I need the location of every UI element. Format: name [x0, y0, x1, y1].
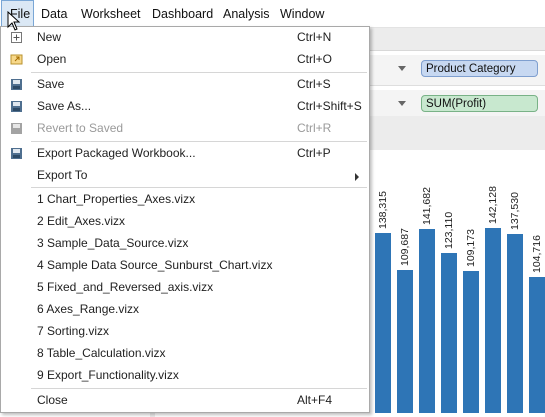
menu-item-shortcut: Alt+F4: [297, 393, 333, 407]
recent-file-item[interactable]: 4 Sample Data Source_Sunburst_Chart.vizx: [1, 255, 369, 277]
bar-data-label: 109,687: [399, 228, 411, 266]
menu-item-label: Export Packaged Workbook...: [37, 146, 196, 160]
recent-file-item[interactable]: 6 Axes_Range.vizx: [1, 299, 369, 321]
menu-bar: File Data Worksheet Dashboard Analysis W…: [0, 0, 545, 28]
menu-item-revert-to-saved: Revert to Saved Ctrl+R: [1, 118, 369, 140]
chart-bar[interactable]: [485, 228, 501, 413]
recent-file-label: 1 Chart_Properties_Axes.vizx: [37, 192, 196, 206]
menu-worksheet[interactable]: Worksheet: [81, 0, 141, 27]
chart-bar[interactable]: [507, 234, 523, 413]
bar-data-label: 138,315: [377, 191, 389, 229]
menu-item-save-as[interactable]: Save As... Ctrl+Shift+S: [1, 96, 369, 118]
recent-file-label: 3 Sample_Data_Source.vizx: [37, 236, 189, 250]
menu-item-shortcut: Ctrl+S: [297, 77, 331, 91]
recent-file-label: 6 Axes_Range.vizx: [37, 302, 140, 316]
recent-file-label: 7 Sorting.vizx: [37, 324, 110, 338]
menu-item-shortcut: Ctrl+P: [297, 146, 331, 160]
menu-separator: [31, 187, 367, 188]
menu-data[interactable]: Data: [41, 0, 67, 27]
sum-profit-pill[interactable]: SUM(Profit): [421, 95, 538, 112]
menu-item-label: Revert to Saved: [37, 121, 124, 135]
menu-item-label: New: [37, 30, 62, 44]
rows-shelf-dropdown-icon[interactable]: [398, 101, 406, 106]
recent-file-label: 4 Sample Data Source_Sunburst_Chart.vizx: [37, 258, 273, 272]
menu-window[interactable]: Window: [280, 0, 324, 27]
menu-item-shortcut: Ctrl+Shift+S: [297, 99, 362, 113]
bar-data-label: 109,173: [465, 229, 477, 267]
menu-item-shortcut: Ctrl+N: [297, 30, 332, 44]
recent-file-item[interactable]: 2 Edit_Axes.vizx: [1, 211, 369, 233]
menu-item-label: Save: [37, 77, 65, 91]
recent-file-label: 8 Table_Calculation.vizx: [37, 346, 166, 360]
bar-data-label: 137,530: [509, 192, 521, 230]
submenu-arrow-icon: [355, 173, 359, 181]
recent-file-item[interactable]: 1 Chart_Properties_Axes.vizx: [1, 189, 369, 211]
bar-data-label: 123,110: [443, 211, 455, 249]
menu-item-label: Open: [37, 52, 67, 66]
recent-file-item[interactable]: 3 Sample_Data_Source.vizx: [1, 233, 369, 255]
revert-disk-icon: [10, 122, 23, 135]
bar-data-label: 141,682: [421, 187, 433, 225]
chart-bar[interactable]: [397, 270, 413, 413]
menu-item-label: Export To: [37, 168, 88, 182]
menu-item-export-to[interactable]: Export To: [1, 165, 369, 187]
chart-bar[interactable]: [441, 253, 457, 413]
package-disk-icon: [10, 147, 23, 160]
menu-item-label: Close: [37, 393, 68, 407]
file-menu-dropdown: New Ctrl+N Open Ctrl+O Save Ctrl+S Save …: [0, 26, 370, 413]
menu-dashboard[interactable]: Dashboard: [152, 0, 213, 27]
columns-shelf-dropdown-icon[interactable]: [398, 66, 406, 71]
chart-bar[interactable]: [419, 229, 435, 413]
chart-bar[interactable]: [375, 233, 391, 413]
product-category-pill[interactable]: Product Category: [421, 60, 538, 77]
menu-separator: [31, 141, 367, 142]
mouse-cursor-icon: [7, 11, 21, 31]
menu-separator: [31, 388, 367, 389]
recent-file-item[interactable]: 5 Fixed_and_Reversed_axis.vizx: [1, 277, 369, 299]
menu-separator: [31, 72, 367, 73]
menu-item-save[interactable]: Save Ctrl+S: [1, 74, 369, 96]
chart-bar[interactable]: [529, 277, 545, 413]
bar-data-label: 104,716: [531, 235, 543, 273]
bar-data-label: 142,128: [487, 186, 499, 224]
recent-file-item[interactable]: 9 Export_Functionality.vizx: [1, 365, 369, 387]
recent-file-label: 5 Fixed_and_Reversed_axis.vizx: [37, 280, 214, 294]
recent-file-label: 2 Edit_Axes.vizx: [37, 214, 126, 228]
menu-item-export-packaged-workbook[interactable]: Export Packaged Workbook... Ctrl+P: [1, 143, 369, 165]
menu-item-shortcut: Ctrl+R: [297, 121, 332, 135]
recent-file-item[interactable]: 8 Table_Calculation.vizx: [1, 343, 369, 365]
menu-item-close[interactable]: Close Alt+F4: [1, 390, 369, 412]
save-as-disk-icon: [10, 100, 23, 113]
menu-analysis[interactable]: Analysis: [223, 0, 270, 27]
save-disk-icon: [10, 78, 23, 91]
chart-bar[interactable]: [463, 271, 479, 413]
recent-file-item[interactable]: 7 Sorting.vizx: [1, 321, 369, 343]
menu-item-shortcut: Ctrl+O: [297, 52, 333, 66]
recent-file-label: 9 Export_Functionality.vizx: [37, 368, 179, 382]
open-folder-icon: [10, 53, 23, 66]
menu-item-label: Save As...: [37, 99, 92, 113]
menu-item-new[interactable]: New Ctrl+N: [1, 27, 369, 49]
menu-item-open[interactable]: Open Ctrl+O: [1, 49, 369, 71]
